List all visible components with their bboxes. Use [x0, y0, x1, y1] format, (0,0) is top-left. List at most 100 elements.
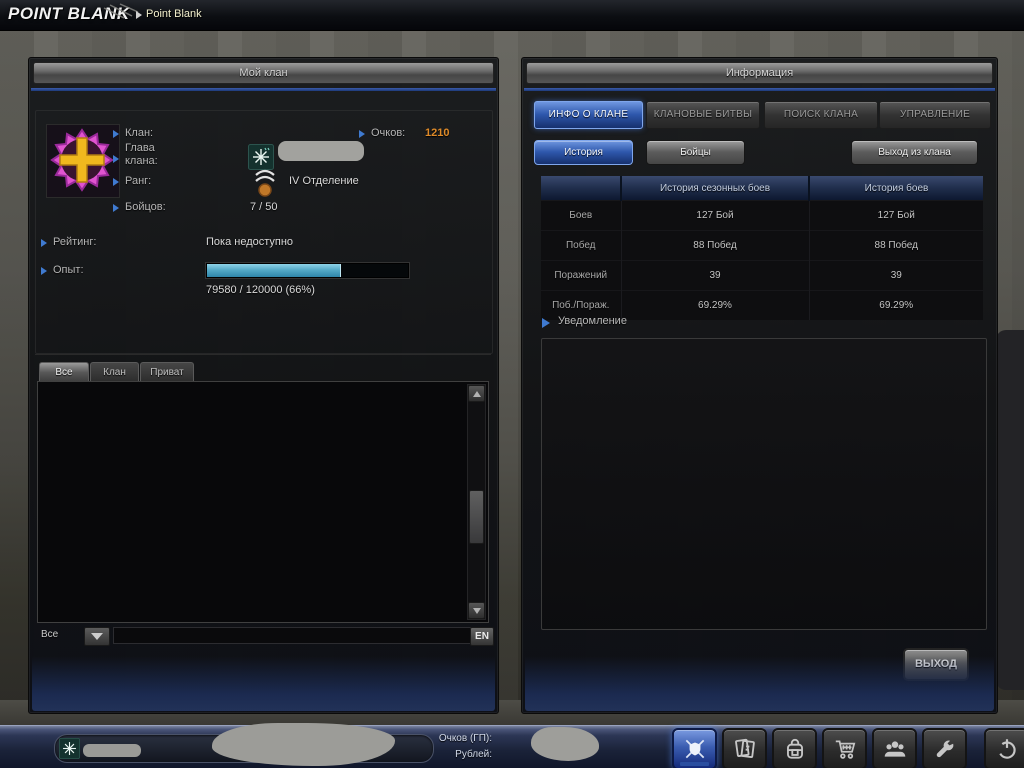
accent-line: [31, 88, 496, 91]
total-value: 39: [809, 261, 983, 291]
rating-label: Рейтинг:: [53, 236, 96, 248]
information-header: Информация: [526, 62, 993, 84]
total-value: 69.29%: [809, 291, 983, 321]
row-label: Побед: [541, 231, 621, 261]
status-bar: Очков (ГП): Рублей:: [0, 725, 1024, 768]
level-star-icon: [59, 738, 80, 759]
rank-insignia: [250, 166, 280, 203]
bullet-arrow-icon: [113, 155, 119, 163]
censored-leader-name: [278, 141, 364, 161]
bullet-arrow-icon: [113, 130, 119, 138]
scroll-up-button[interactable]: [468, 385, 485, 402]
table-row: Боев 127 Бой 127 Бой: [541, 201, 983, 231]
experience-progress-fill: [207, 264, 341, 277]
game-screen: POINT BLANK Point Blank Мой клан Клан:: [0, 0, 1024, 768]
total-value: 127 Бой: [809, 201, 983, 231]
subtab-fighters[interactable]: Бойцы: [646, 140, 745, 165]
backpack-icon: [782, 736, 808, 762]
row-label: Боев: [541, 201, 621, 231]
window-title: Point Blank: [146, 8, 202, 20]
censored-currency-values: [531, 727, 599, 761]
empty-header-cell: [541, 176, 621, 201]
bullet-arrow-icon: [41, 239, 47, 247]
chat-tab-all[interactable]: Все: [39, 362, 89, 382]
tab-clan-search[interactable]: ПОИСК КЛАНА: [764, 101, 878, 129]
members-label: Бойцов:: [125, 201, 166, 213]
exit-game-button[interactable]: [984, 728, 1024, 768]
censored-area: [212, 723, 395, 766]
power-icon: [994, 736, 1020, 762]
season-value: 88 Побед: [621, 231, 809, 261]
clan-leader-label: Глава клана:: [125, 142, 158, 168]
wrench-icon: [932, 736, 958, 762]
table-row: Побед 88 Побед 88 Побед: [541, 231, 983, 261]
points-label: Очков:: [371, 127, 405, 139]
triangle-up-icon: [473, 391, 481, 397]
my-clan-header: Мой клан: [33, 62, 494, 84]
season-value: 39: [621, 261, 809, 291]
tab-management[interactable]: УПРАВЛЕНИЕ: [879, 101, 991, 129]
table-header-row: История сезонных боев История боев: [541, 176, 983, 201]
rank-value: IV Отделение: [289, 175, 359, 187]
season-value: 127 Бой: [621, 201, 809, 231]
shopping-cart-icon: [832, 736, 858, 762]
season-value: 69.29%: [621, 291, 809, 321]
notification-label: Уведомление: [558, 315, 627, 327]
clan-leader-label-line2: клана:: [125, 155, 158, 167]
subtab-history[interactable]: История: [534, 140, 633, 165]
information-panel: Информация ИНФО О КЛАНЕ КЛАНОВЫЕ БИТВЫ П…: [521, 57, 998, 714]
community-button[interactable]: [872, 728, 917, 768]
chat-message-input[interactable]: [113, 627, 471, 644]
chat-scrollbar[interactable]: [467, 384, 486, 620]
player-level-badge: [59, 738, 80, 759]
panel-bottom-glow: [32, 656, 495, 711]
chat-channel-selector-label: Все: [41, 629, 58, 640]
active-indicator: [680, 762, 709, 766]
clan-icon: [682, 736, 708, 762]
bullet-arrow-icon: [113, 178, 119, 186]
triangle-down-icon: [473, 608, 481, 614]
experience-progressbar: [206, 263, 409, 278]
table-row: Поражений 39 39: [541, 261, 983, 291]
row-label: Поражений: [541, 261, 621, 291]
clan-emblem: [46, 124, 120, 198]
bullet-arrow-icon: [41, 267, 47, 275]
season-history-header: История сезонных боев: [621, 176, 809, 201]
rank-chevrons-icon: [250, 166, 280, 198]
shop-button[interactable]: [822, 728, 867, 768]
title-bar: POINT BLANK Point Blank: [0, 0, 1024, 31]
chat-channel-dropdown-button[interactable]: [84, 627, 110, 646]
chat-tab-private[interactable]: Приват: [140, 362, 194, 382]
total-value: 88 Побед: [809, 231, 983, 261]
my-clan-panel: Мой клан Клан: Глава клана:: [28, 57, 499, 714]
bullet-arrow-icon: [113, 204, 119, 212]
clan-button[interactable]: [672, 728, 717, 768]
chat-log: [37, 381, 489, 623]
bullet-arrow-icon: [542, 318, 550, 328]
scroll-down-button[interactable]: [468, 602, 485, 619]
clan-label: Клан:: [125, 127, 153, 139]
accent-line: [524, 88, 995, 91]
clan-leader-label-line1: Глава: [125, 142, 155, 154]
window-title-arrow-icon: [136, 11, 142, 19]
panel-bottom-glow: [525, 656, 994, 711]
settings-button[interactable]: [922, 728, 967, 768]
scrollbar-thumb[interactable]: [469, 490, 484, 544]
chat-tab-clan[interactable]: Клан: [90, 362, 139, 382]
chevron-down-icon: [91, 633, 103, 640]
ranking-cards-icon: [732, 736, 758, 762]
keyboard-language-button[interactable]: EN: [470, 627, 494, 646]
experience-value: 79580 / 120000 (66%): [206, 284, 315, 296]
notification-box: [541, 338, 987, 630]
ranking-cards-button[interactable]: [722, 728, 767, 768]
tab-clan-battles[interactable]: КЛАНОВЫЕ БИТВЫ: [646, 101, 760, 129]
tab-clan-info[interactable]: ИНФО О КЛАНЕ: [534, 101, 643, 129]
leave-clan-button[interactable]: Выход из клана: [851, 140, 978, 165]
inventory-button[interactable]: [772, 728, 817, 768]
points-value: 1210: [425, 127, 449, 139]
people-icon: [882, 736, 908, 762]
bullet-arrow-icon: [359, 130, 365, 138]
censored-player-name: [83, 744, 141, 757]
bottom-dock: [672, 728, 1024, 768]
experience-label: Опыт:: [53, 264, 84, 276]
